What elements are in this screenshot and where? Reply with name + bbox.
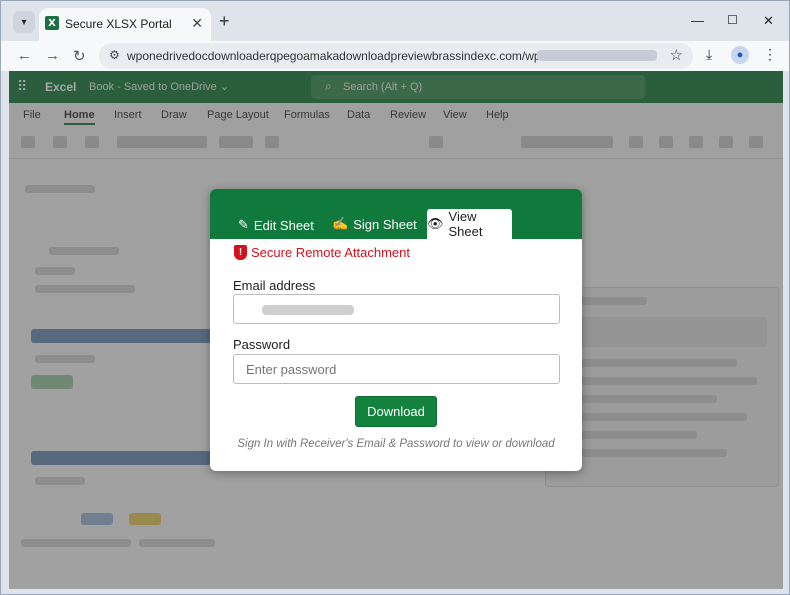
tab-strip: ▾ X Secure XLSX Portal ✕ + — ☐ ✕ — [1, 1, 789, 41]
url-redacted — [537, 50, 657, 61]
browser-toolbar: ← → ↻ ⚙ wponedrivedocdownloaderqpegoamak… — [1, 41, 789, 71]
new-tab-button[interactable]: + — [219, 11, 230, 32]
profile-avatar-icon[interactable]: ● — [731, 46, 749, 64]
password-label: Password — [233, 337, 291, 352]
tab-edit-label: Edit Sheet — [253, 217, 314, 233]
login-modal: ✎ Edit Sheet ✍ Sign Sheet 👁 View Sheet !… — [210, 189, 582, 471]
secure-attachment-banner: ! Secure Remote Attachment — [234, 245, 410, 260]
tab-edit-sheet[interactable]: ✎ Edit Sheet — [238, 217, 314, 233]
tab-sign-label: Sign Sheet — [353, 216, 417, 232]
site-info-icon[interactable]: ⚙ — [109, 48, 120, 62]
back-arrow-icon[interactable]: ← — [17, 47, 32, 64]
download-button[interactable]: Download — [355, 396, 437, 427]
secure-attachment-text: Secure Remote Attachment — [251, 245, 410, 260]
tab-search-button[interactable]: ▾ — [13, 11, 35, 33]
shield-alert-icon: ! — [234, 245, 247, 260]
forward-arrow-icon[interactable]: → — [45, 47, 60, 64]
email-label: Email address — [233, 278, 316, 293]
excel-favicon-icon: X — [45, 16, 59, 30]
tab-view-label: View Sheet — [448, 209, 483, 239]
password-field[interactable] — [233, 354, 560, 384]
browser-window: ▾ X Secure XLSX Portal ✕ + — ☐ ✕ ← → ↻ ⚙… — [0, 0, 790, 595]
minimize-icon[interactable]: — — [691, 13, 704, 28]
signature-icon: ✍ — [332, 216, 349, 231]
tab-sign-sheet[interactable]: ✍ Sign Sheet — [332, 216, 417, 232]
eye-icon: 👁 — [427, 216, 444, 231]
bookmark-star-icon[interactable]: ☆ — [670, 46, 683, 64]
tab-close-icon[interactable]: ✕ — [191, 15, 203, 32]
edit-icon: ✎ — [238, 217, 249, 232]
download-icon[interactable]: ⤓ — [706, 46, 712, 63]
url-text: wponedrivedocdownloaderqpegoamakadownloa… — [127, 49, 603, 63]
maximize-icon[interactable]: ☐ — [727, 13, 738, 27]
signin-hint: Sign In with Receiver's Email & Password… — [237, 438, 555, 450]
kebab-menu-icon[interactable]: ⋮ — [763, 46, 777, 63]
tab-view-sheet[interactable]: 👁 View Sheet — [427, 209, 512, 239]
modal-header: ✎ Edit Sheet ✍ Sign Sheet — [210, 189, 582, 239]
email-redacted — [262, 305, 354, 315]
tab-title: Secure XLSX Portal — [65, 17, 172, 31]
browser-tab[interactable]: X Secure XLSX Portal ✕ — [39, 8, 211, 41]
close-window-icon[interactable]: ✕ — [763, 13, 774, 29]
address-bar[interactable]: ⚙ wponedrivedocdownloaderqpegoamakadownl… — [99, 43, 693, 69]
reload-icon[interactable]: ↻ — [73, 47, 86, 65]
